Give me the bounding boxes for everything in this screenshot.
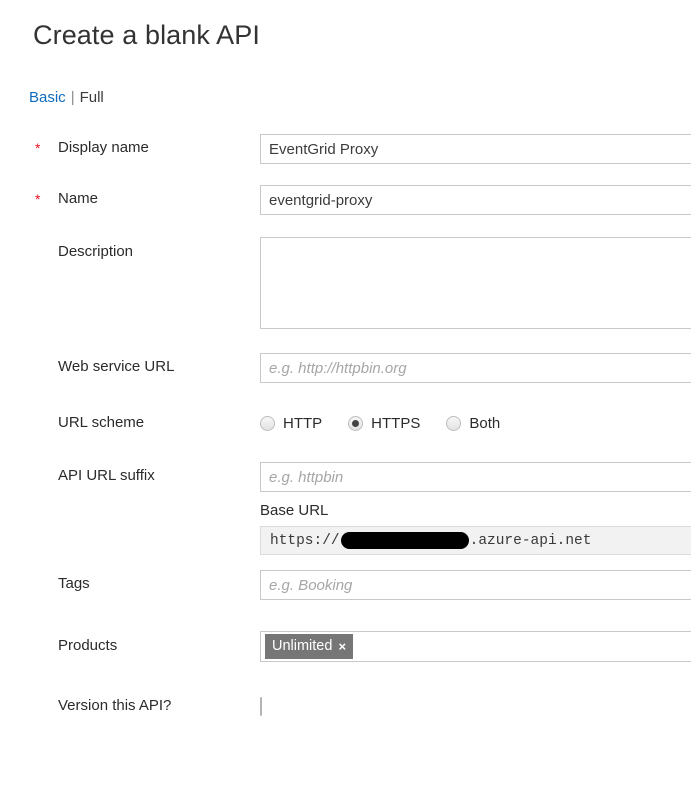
radio-icon-https[interactable] [348, 415, 364, 431]
radio-icon-http[interactable] [260, 415, 275, 431]
field-row-version-this-api: Version this API? [0, 688, 691, 734]
field-row-name: * Name [0, 180, 691, 235]
tab-basic[interactable]: Basic [29, 89, 66, 106]
control-products: Unlimited × [260, 631, 691, 662]
tab-full[interactable]: Full [80, 89, 104, 106]
base-url-block: Base URL https:// .azure-api.net [260, 502, 691, 555]
remove-chip-icon[interactable]: × [338, 640, 346, 653]
web-service-url-input[interactable] [260, 353, 691, 383]
control-description [260, 237, 691, 334]
control-api-url-suffix [260, 462, 691, 492]
label-description: Description [58, 243, 134, 260]
api-url-suffix-input[interactable] [260, 462, 691, 492]
label-web-service-url: Web service URL [58, 358, 175, 375]
api-form: * Display name * Name Description Web se… [0, 128, 691, 734]
control-url-scheme: HTTP HTTPS Both [260, 412, 500, 434]
label-products: Products [58, 637, 118, 654]
field-row-base-url: Base URL https:// .azure-api.net [0, 502, 691, 564]
field-row-url-scheme: URL scheme HTTP HTTPS Both [0, 404, 691, 460]
field-row-web-service-url: Web service URL [0, 350, 691, 404]
control-name [260, 185, 691, 215]
radio-label-http: HTTP [283, 414, 323, 432]
base-url-suffix: .azure-api.net [469, 532, 592, 549]
description-textarea[interactable] [260, 237, 691, 329]
radio-option-https[interactable]: HTTPS [348, 415, 420, 432]
label-base-url: Base URL [260, 502, 329, 519]
label-display-name: Display name [58, 139, 149, 156]
products-chip-field[interactable]: Unlimited × [260, 631, 691, 662]
label-url-scheme: URL scheme [58, 414, 145, 431]
control-web-service-url [260, 353, 691, 383]
field-row-display-name: * Display name [0, 128, 691, 180]
control-display-name [260, 134, 691, 164]
radio-option-both[interactable]: Both [446, 415, 500, 432]
product-chip-label: Unlimited [272, 637, 333, 654]
label-version-this-api: Version this API? [58, 697, 172, 714]
name-input[interactable] [260, 185, 691, 215]
base-url-readonly-field: https:// .azure-api.net [260, 526, 691, 555]
required-marker-display-name: * [35, 140, 41, 156]
field-row-api-url-suffix: API URL suffix [0, 460, 691, 502]
control-version-this-api [260, 697, 262, 716]
field-row-tags: Tags [0, 564, 691, 626]
version-this-api-checkbox[interactable] [260, 697, 262, 716]
label-name: Name [58, 190, 99, 207]
radio-icon-both[interactable] [446, 415, 462, 431]
field-row-description: Description [0, 235, 691, 350]
radio-label-https: HTTPS [371, 414, 421, 432]
field-row-products: Products Unlimited × [0, 626, 691, 688]
control-tags [260, 570, 691, 600]
url-scheme-radio-group: HTTP HTTPS Both [260, 412, 500, 434]
label-tags: Tags [58, 575, 90, 592]
radio-option-http[interactable]: HTTP [260, 415, 322, 432]
create-blank-api-pane: Create a blank API Basic | Full * Display … [0, 0, 691, 786]
required-marker-name: * [35, 191, 41, 207]
tab-separator: | [70, 89, 75, 106]
redaction-bar [340, 532, 469, 549]
page-title: Create a blank API [33, 20, 260, 50]
label-api-url-suffix: API URL suffix [58, 467, 155, 484]
view-mode-switcher: Basic | Full [29, 88, 104, 108]
base-url-prefix: https:// [270, 532, 340, 549]
tags-input[interactable] [260, 570, 691, 600]
display-name-input[interactable] [260, 134, 691, 164]
radio-label-both: Both [469, 414, 501, 432]
product-chip-unlimited[interactable]: Unlimited × [265, 633, 354, 660]
